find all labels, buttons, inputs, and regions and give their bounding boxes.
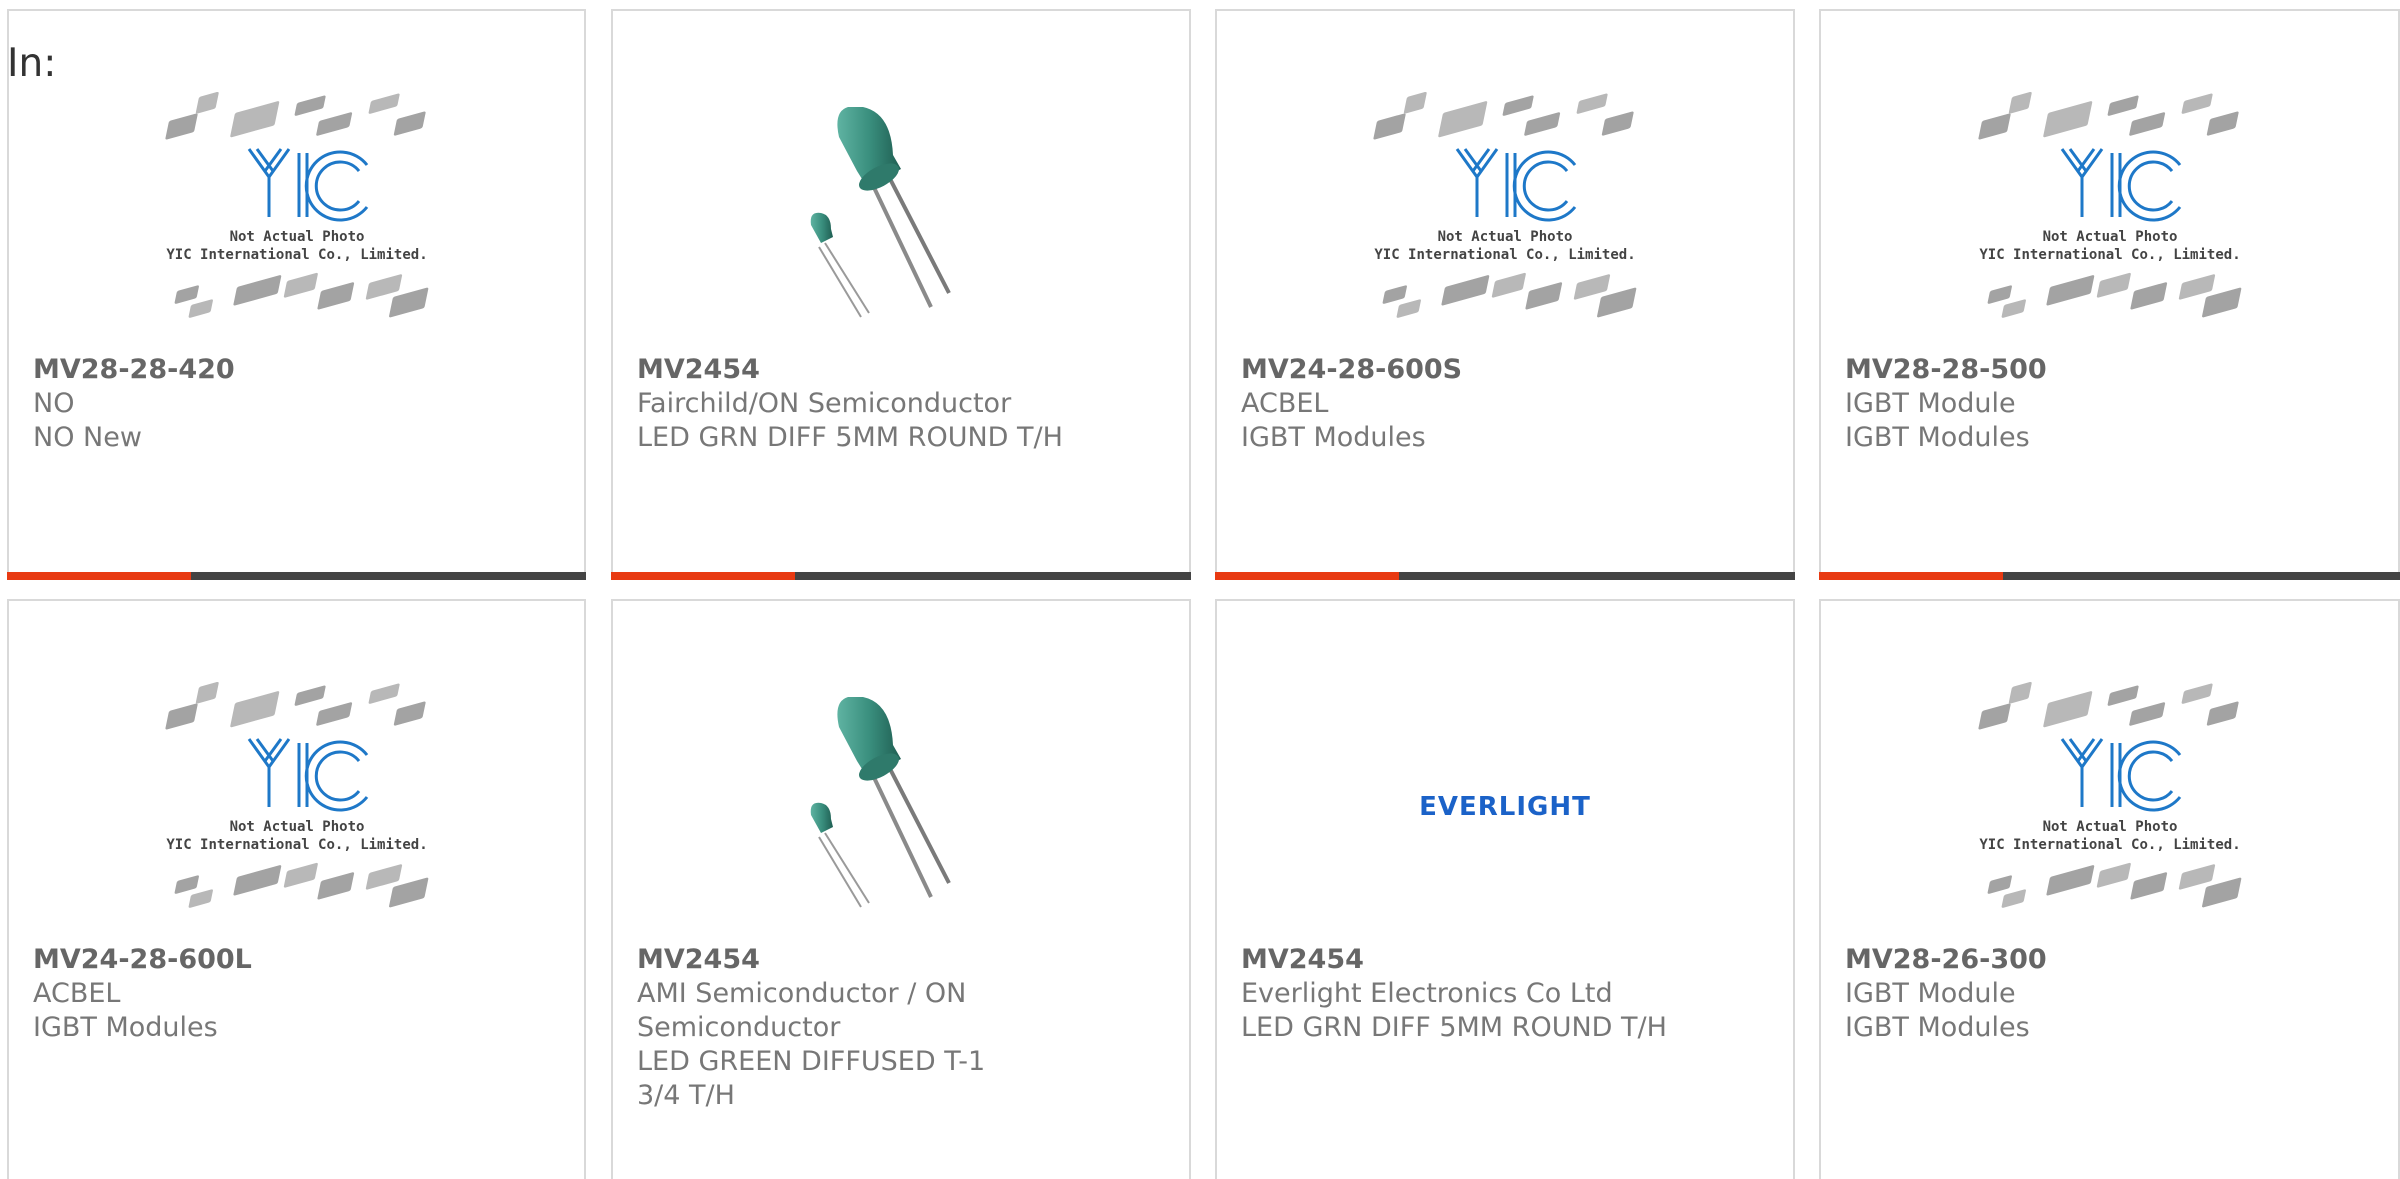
- description: LED GRN DIFF 5MM ROUND T/H: [1241, 1012, 1667, 1043]
- card-bottom-bar: [1215, 572, 1795, 580]
- description: IGBT Modules: [33, 1012, 218, 1043]
- description: IGBT Modules: [1845, 1012, 2030, 1043]
- manufacturer: IGBT Module: [1845, 978, 2016, 1009]
- manufacturer: AMI Semiconductor / ON Semiconductor: [637, 978, 967, 1043]
- placeholder-caption-2: YIC International Co., Limited.: [166, 837, 427, 853]
- description: IGBT Modules: [1845, 422, 2030, 453]
- part-number-link[interactable]: MV2454: [1241, 943, 1364, 977]
- part-number-link[interactable]: MV28-28-500: [1845, 353, 2047, 387]
- placeholder-caption-1: Not Actual Photo: [2042, 229, 2177, 245]
- part-number-link[interactable]: MV28-26-300: [1845, 943, 2047, 977]
- product-card[interactable]: Not Actual Photo YIC International Co., …: [7, 599, 586, 1179]
- placeholder-caption-1: Not Actual Photo: [229, 819, 364, 835]
- product-image[interactable]: EVERLIGHT: [1365, 681, 1645, 933]
- product-card[interactable]: Not Actual Photo YIC International Co., …: [1819, 599, 2400, 1179]
- product-image[interactable]: Not Actual Photo YIC International Co., …: [157, 91, 437, 343]
- product-card[interactable]: Not Actual Photo YIC International Co., …: [1215, 9, 1795, 580]
- manufacturer: IGBT Module: [1845, 388, 2016, 419]
- manufacturer: ACBEL: [1241, 388, 1329, 419]
- product-image[interactable]: [761, 681, 1041, 933]
- placeholder-caption-1: Not Actual Photo: [1438, 229, 1573, 245]
- product-image[interactable]: Not Actual Photo YIC International Co., …: [1365, 91, 1645, 343]
- part-number-link[interactable]: MV2454: [637, 353, 760, 387]
- placeholder-caption-1: Not Actual Photo: [2042, 819, 2177, 835]
- product-image[interactable]: Not Actual Photo YIC International Co., …: [1970, 681, 2250, 933]
- manufacturer: Fairchild/ON Semiconductor: [637, 388, 1012, 419]
- description: NO New: [33, 422, 142, 453]
- description: IGBT Modules: [1241, 422, 1426, 453]
- part-number-link[interactable]: MV28-28-420: [33, 353, 235, 387]
- card-bottom-bar: [611, 572, 1191, 580]
- product-card[interactable]: Not Actual Photo YIC International Co., …: [7, 9, 586, 580]
- placeholder-caption-1: Not Actual Photo: [229, 229, 364, 245]
- product-card[interactable]: Not Actual Photo YIC International Co., …: [1819, 9, 2400, 580]
- part-number-link[interactable]: MV2454: [637, 943, 760, 977]
- product-image[interactable]: [761, 91, 1041, 343]
- description: LED GREEN DIFFUSED T-1 3/4 T/H: [637, 1046, 986, 1111]
- part-number-link[interactable]: MV24-28-600S: [1241, 353, 1462, 387]
- manufacturer: ACBEL: [33, 978, 121, 1009]
- manufacturer: NO: [33, 388, 75, 419]
- product-card[interactable]: MV2454 AMI Semiconductor / ON Semiconduc…: [611, 599, 1191, 1179]
- product-image[interactable]: Not Actual Photo YIC International Co., …: [1970, 91, 2250, 343]
- part-number-link[interactable]: MV24-28-600L: [33, 943, 252, 977]
- product-card[interactable]: MV2454 Fairchild/ON Semiconductor LED GR…: [611, 9, 1191, 580]
- placeholder-caption-2: YIC International Co., Limited.: [1374, 247, 1635, 263]
- description: LED GRN DIFF 5MM ROUND T/H: [637, 422, 1063, 453]
- placeholder-caption-2: YIC International Co., Limited.: [1979, 837, 2240, 853]
- product-image[interactable]: Not Actual Photo YIC International Co., …: [157, 681, 437, 933]
- manufacturer: Everlight Electronics Co Ltd: [1241, 978, 1613, 1009]
- product-card[interactable]: EVERLIGHT MV2454 Everlight Electronics C…: [1215, 599, 1795, 1179]
- card-bottom-bar: [1819, 572, 2400, 580]
- everlight-logo: EVERLIGHT: [1419, 792, 1591, 822]
- card-bottom-bar: [7, 572, 586, 580]
- section-label: In:: [7, 41, 57, 86]
- placeholder-caption-2: YIC International Co., Limited.: [166, 247, 427, 263]
- placeholder-caption-2: YIC International Co., Limited.: [1979, 247, 2240, 263]
